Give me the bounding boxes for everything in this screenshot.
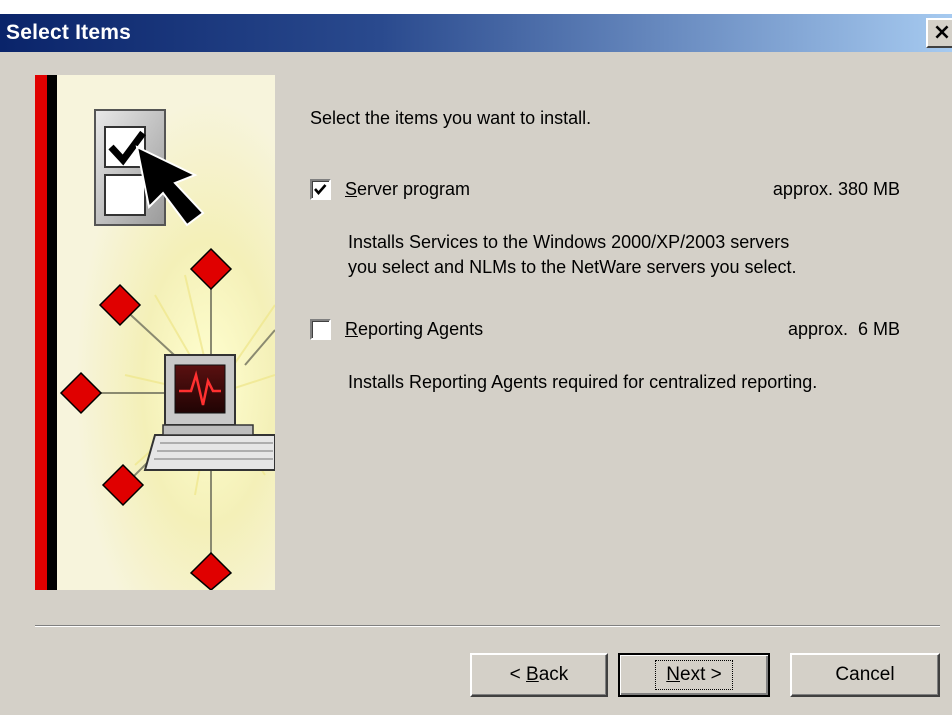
back-button[interactable]: < Back	[470, 653, 608, 697]
cancel-button-label: Cancel	[835, 664, 895, 685]
item-server-program[interactable]: Server program approx. 380 MB	[310, 176, 900, 202]
server-program-description: Installs Services to the Windows 2000/XP…	[348, 230, 797, 280]
description-line: Installs Reporting Agents required for c…	[348, 372, 818, 392]
next-button-label: Next >	[655, 660, 733, 690]
separator	[35, 625, 940, 627]
reporting-agents-checkbox[interactable]	[310, 318, 331, 340]
top-strip	[0, 0, 952, 14]
server-program-checkbox[interactable]	[310, 178, 331, 200]
checkbox-checked-icon	[314, 183, 327, 195]
reporting-agents-description: Installs Reporting Agents required for c…	[348, 370, 817, 395]
next-button[interactable]: Next >	[618, 653, 770, 697]
server-program-label[interactable]: Server program	[345, 179, 470, 200]
reporting-agents-size: approx. 6 MB	[787, 318, 900, 339]
back-button-label: < Back	[509, 664, 569, 685]
window-title: Select Items	[6, 21, 131, 44]
description-line: Installs Services to the Windows 2000/XP…	[348, 232, 790, 252]
installer-illustration	[35, 75, 275, 590]
close-icon[interactable]: ×	[926, 18, 952, 48]
select-items-dialog: Select Items × Select the items you want…	[0, 0, 952, 715]
description-line: you select and NLMs to the NetWare serve…	[348, 257, 797, 277]
server-program-size: approx. 380 MB	[772, 178, 900, 199]
instruction-text: Select the items you want to install.	[310, 108, 592, 128]
title-bar[interactable]: Select Items ×	[0, 14, 952, 52]
cancel-button[interactable]: Cancel	[790, 653, 940, 697]
item-reporting-agents[interactable]: Reporting Agents approx. 6 MB	[310, 316, 900, 342]
reporting-agents-label[interactable]: Reporting Agents	[345, 319, 483, 340]
